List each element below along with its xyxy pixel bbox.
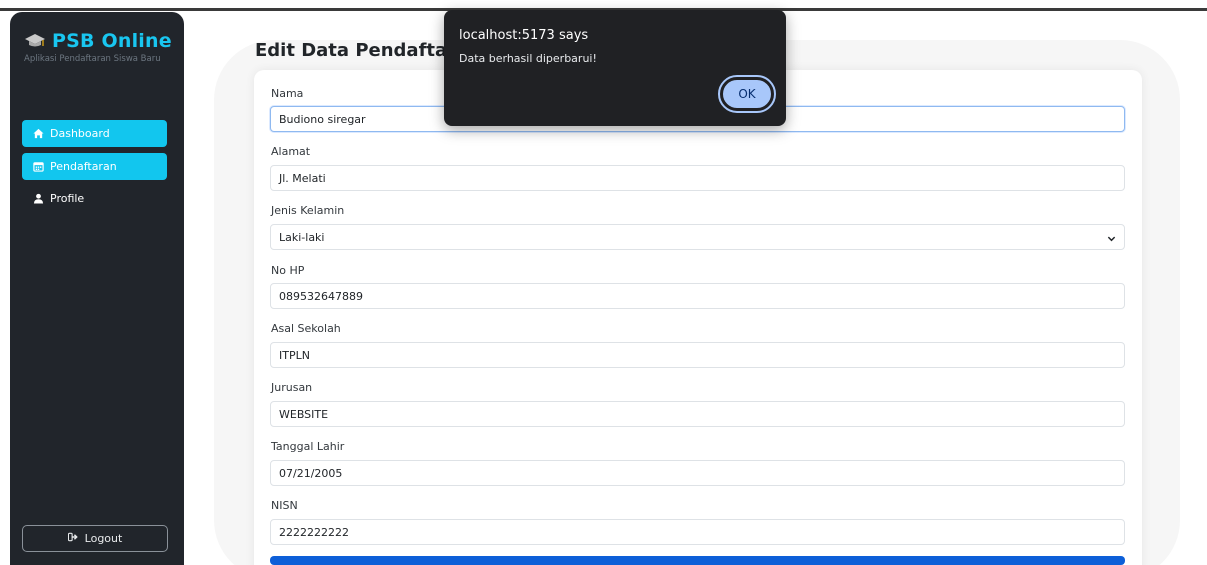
alert-dialog: localhost:5173 says Data berhasil diperb…	[444, 10, 786, 126]
jurusan-value: WEBSITE	[279, 407, 329, 421]
jenis-kelamin-label: Jenis Kelamin	[271, 204, 345, 217]
asal-sekolah-value: ITPLN	[279, 348, 310, 362]
jenis-kelamin-select[interactable]: Laki-laki	[270, 224, 1125, 250]
graduation-cap-icon	[24, 33, 46, 49]
tanggal-lahir-value: 07/21/2005	[279, 466, 343, 480]
sidebar	[10, 12, 184, 565]
brand: PSB Online	[24, 30, 172, 52]
user-icon	[33, 193, 44, 204]
jurusan-label: Jurusan	[271, 381, 313, 394]
chevron-down-icon	[1107, 233, 1116, 242]
dialog-ok-button[interactable]: OK	[721, 78, 773, 110]
asal-sekolah-input[interactable]: ITPLN	[270, 342, 1125, 368]
logout-label: Logout	[84, 532, 123, 545]
tanggal-lahir-label: Tanggal Lahir	[271, 440, 345, 453]
nisn-value: 2222222222	[279, 525, 349, 539]
asal-sekolah-label: Asal Sekolah	[271, 322, 341, 335]
nama-value: Budiono siregar	[279, 112, 366, 126]
jurusan-input[interactable]: WEBSITE	[270, 401, 1125, 427]
sidebar-item-label: Profile	[50, 192, 85, 205]
page-title: Edit Data Pendaftar	[255, 40, 457, 61]
sidebar-item-dashboard[interactable]: Dashboard	[22, 120, 167, 147]
calendar-icon	[33, 161, 44, 172]
nisn-label: NISN	[271, 499, 298, 512]
alamat-input[interactable]: Jl. Melati	[270, 165, 1125, 191]
logout-button[interactable]: Logout	[22, 525, 168, 552]
no-hp-label: No HP	[271, 264, 305, 277]
no-hp-value: 089532647889	[279, 289, 363, 303]
alamat-label: Alamat	[271, 145, 311, 158]
dialog-message: Data berhasil diperbarui!	[459, 52, 597, 65]
jenis-kelamin-value: Laki-laki	[279, 230, 325, 244]
sign-out-icon	[67, 532, 79, 545]
home-icon	[33, 128, 44, 139]
tanggal-lahir-input[interactable]: 07/21/2005	[270, 460, 1125, 486]
no-hp-input[interactable]: 089532647889	[270, 283, 1125, 309]
nisn-input[interactable]: 2222222222	[270, 519, 1125, 545]
nama-label: Nama	[271, 87, 304, 100]
sidebar-item-label: Dashboard	[50, 127, 110, 140]
alamat-value: Jl. Melati	[279, 171, 326, 185]
sidebar-item-profile[interactable]: Profile	[22, 185, 167, 212]
form-card	[254, 70, 1142, 565]
sidebar-item-label: Pendaftaran	[50, 160, 117, 173]
brand-subtitle: Aplikasi Pendaftaran Siswa Baru	[24, 54, 161, 64]
submit-button[interactable]	[270, 556, 1125, 565]
brand-title: PSB Online	[52, 30, 172, 52]
sidebar-item-pendaftaran[interactable]: Pendaftaran	[22, 153, 167, 180]
dialog-title: localhost:5173 says	[459, 28, 589, 43]
